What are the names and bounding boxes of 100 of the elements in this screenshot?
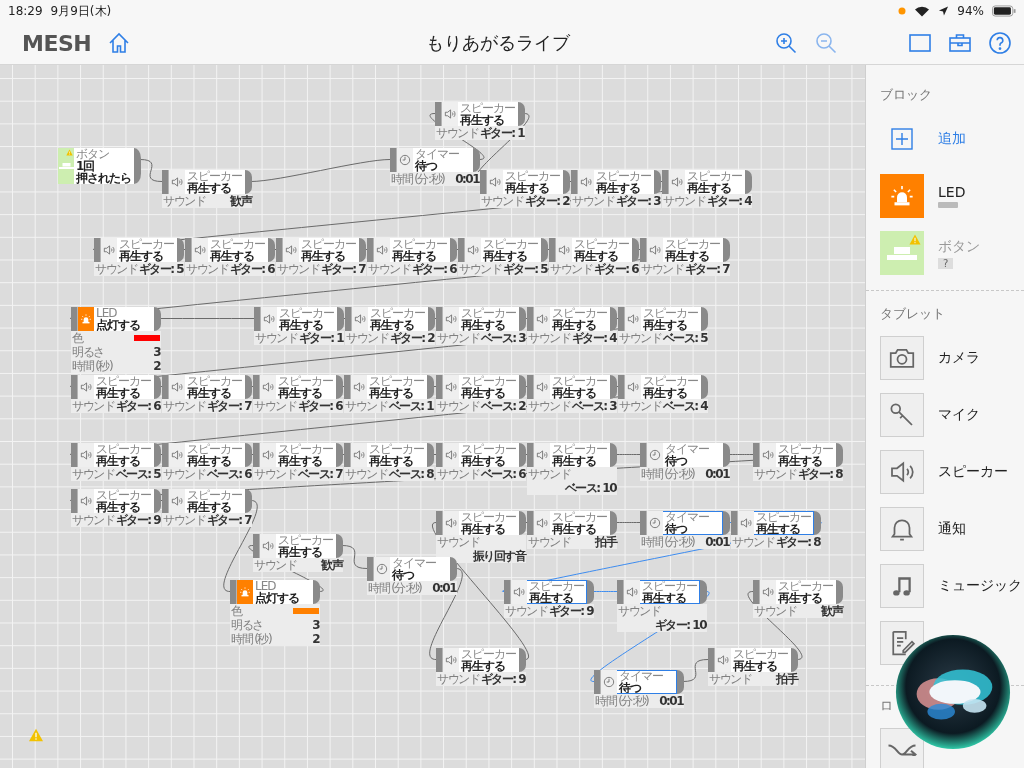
speaker-block-tile[interactable]: [880, 450, 924, 494]
toolbox-icon[interactable]: [948, 31, 972, 55]
input-connector[interactable]: [527, 307, 534, 331]
input-connector[interactable]: [71, 489, 78, 513]
block-card[interactable]: スピーカー 再生する: [169, 170, 245, 194]
button-block-tile[interactable]: [880, 231, 924, 275]
block-card[interactable]: スピーカー 再生する: [260, 375, 336, 399]
output-connector[interactable]: [632, 238, 639, 262]
block-card[interactable]: タイマー 待つ: [374, 557, 450, 581]
block-card[interactable]: スピーカー 再生する: [260, 534, 336, 558]
block-card[interactable]: スピーカー 再生する: [647, 238, 723, 262]
output-connector[interactable]: [154, 375, 161, 399]
block-card[interactable]: スピーカー 再生する: [78, 489, 154, 513]
output-connector[interactable]: [700, 580, 707, 604]
output-connector[interactable]: [587, 580, 594, 604]
output-connector[interactable]: [610, 375, 617, 399]
block-card[interactable]: スピーカー 再生する: [443, 443, 519, 467]
block-card[interactable]: スピーカー 再生する: [760, 443, 836, 467]
output-connector[interactable]: [610, 307, 617, 331]
input-connector[interactable]: [753, 580, 760, 604]
led-block-tile[interactable]: [880, 174, 924, 218]
input-connector[interactable]: [594, 670, 601, 694]
input-connector[interactable]: [617, 580, 624, 604]
output-connector[interactable]: [428, 307, 435, 331]
block-card[interactable]: スピーカー 再生する: [352, 307, 428, 331]
output-connector[interactable]: [791, 648, 798, 672]
block-card[interactable]: スピーカー 再生する: [192, 238, 268, 262]
output-connector[interactable]: [723, 511, 730, 535]
output-connector[interactable]: [134, 148, 141, 184]
output-connector[interactable]: [336, 534, 343, 558]
input-connector[interactable]: [436, 307, 443, 331]
block-card[interactable]: スピーカー 再生する: [487, 170, 563, 194]
input-connector[interactable]: [753, 443, 760, 467]
output-connector[interactable]: [336, 443, 343, 467]
output-connector[interactable]: [473, 148, 480, 172]
output-connector[interactable]: [359, 238, 366, 262]
block-card[interactable]: スピーカー 再生する: [283, 238, 359, 262]
input-connector[interactable]: [436, 375, 443, 399]
input-connector[interactable]: [162, 375, 169, 399]
add-icon[interactable]: [891, 128, 913, 150]
block-card[interactable]: スピーカー 再生する: [169, 443, 245, 467]
block-card[interactable]: ボタン 1回 押されたら: [58, 148, 134, 184]
block-card[interactable]: スピーカー 再生する: [351, 443, 427, 467]
music-block-tile[interactable]: [880, 564, 924, 608]
block-card[interactable]: タイマー 待つ: [397, 148, 473, 172]
block-card[interactable]: スピーカー 再生する: [443, 307, 519, 331]
block-card[interactable]: スピーカー 再生する: [760, 580, 836, 604]
input-connector[interactable]: [504, 580, 511, 604]
branch-block-tile[interactable]: [880, 728, 924, 768]
zoom-in-icon[interactable]: [774, 31, 798, 55]
block-card[interactable]: スピーカー 再生する: [443, 648, 519, 672]
block-card[interactable]: スピーカー 再生する: [261, 307, 337, 331]
output-connector[interactable]: [723, 443, 730, 467]
input-connector[interactable]: [662, 170, 669, 194]
input-connector[interactable]: [731, 511, 738, 535]
output-connector[interactable]: [154, 307, 161, 331]
input-connector[interactable]: [480, 170, 487, 194]
output-connector[interactable]: [541, 238, 548, 262]
output-connector[interactable]: [563, 170, 570, 194]
input-connector[interactable]: [549, 238, 556, 262]
input-connector[interactable]: [276, 238, 283, 262]
camera-block-tile[interactable]: [880, 336, 924, 380]
output-connector[interactable]: [610, 511, 617, 535]
input-connector[interactable]: [436, 511, 443, 535]
block-card[interactable]: スピーカー 再生する: [625, 375, 701, 399]
output-connector[interactable]: [519, 307, 526, 331]
block-card[interactable]: スピーカー 再生する: [351, 375, 427, 399]
input-connector[interactable]: [230, 580, 237, 604]
input-connector[interactable]: [71, 443, 78, 467]
block-card[interactable]: スピーカー 再生する: [260, 443, 336, 467]
output-connector[interactable]: [245, 489, 252, 513]
output-connector[interactable]: [427, 375, 434, 399]
block-card[interactable]: LED 点灯する: [237, 580, 313, 604]
output-connector[interactable]: [745, 170, 752, 194]
block-card[interactable]: スピーカー 再生する: [534, 443, 610, 467]
block-card[interactable]: スピーカー 再生する: [443, 375, 519, 399]
input-connector[interactable]: [436, 648, 443, 672]
input-connector[interactable]: [527, 443, 534, 467]
block-card[interactable]: スピーカー 再生する: [101, 238, 177, 262]
input-connector[interactable]: [94, 238, 101, 262]
output-connector[interactable]: [836, 580, 843, 604]
input-connector[interactable]: [162, 443, 169, 467]
input-connector[interactable]: [435, 102, 442, 126]
output-connector[interactable]: [723, 238, 730, 262]
input-connector[interactable]: [571, 170, 578, 194]
input-connector[interactable]: [162, 170, 169, 194]
input-connector[interactable]: [458, 238, 465, 262]
block-card[interactable]: スピーカー 再生する: [534, 307, 610, 331]
block-card[interactable]: スピーカー 再生する: [442, 102, 518, 126]
help-icon[interactable]: [988, 31, 1012, 55]
bell-block-tile[interactable]: [880, 507, 924, 551]
input-connector[interactable]: [71, 307, 78, 331]
input-connector[interactable]: [185, 238, 192, 262]
block-card[interactable]: スピーカー 再生する: [556, 238, 632, 262]
output-connector[interactable]: [701, 375, 708, 399]
output-connector[interactable]: [337, 307, 344, 331]
block-card[interactable]: タイマー 待つ: [647, 443, 723, 467]
zoom-out-icon[interactable]: [814, 31, 838, 55]
output-connector[interactable]: [154, 443, 161, 467]
input-connector[interactable]: [367, 238, 374, 262]
